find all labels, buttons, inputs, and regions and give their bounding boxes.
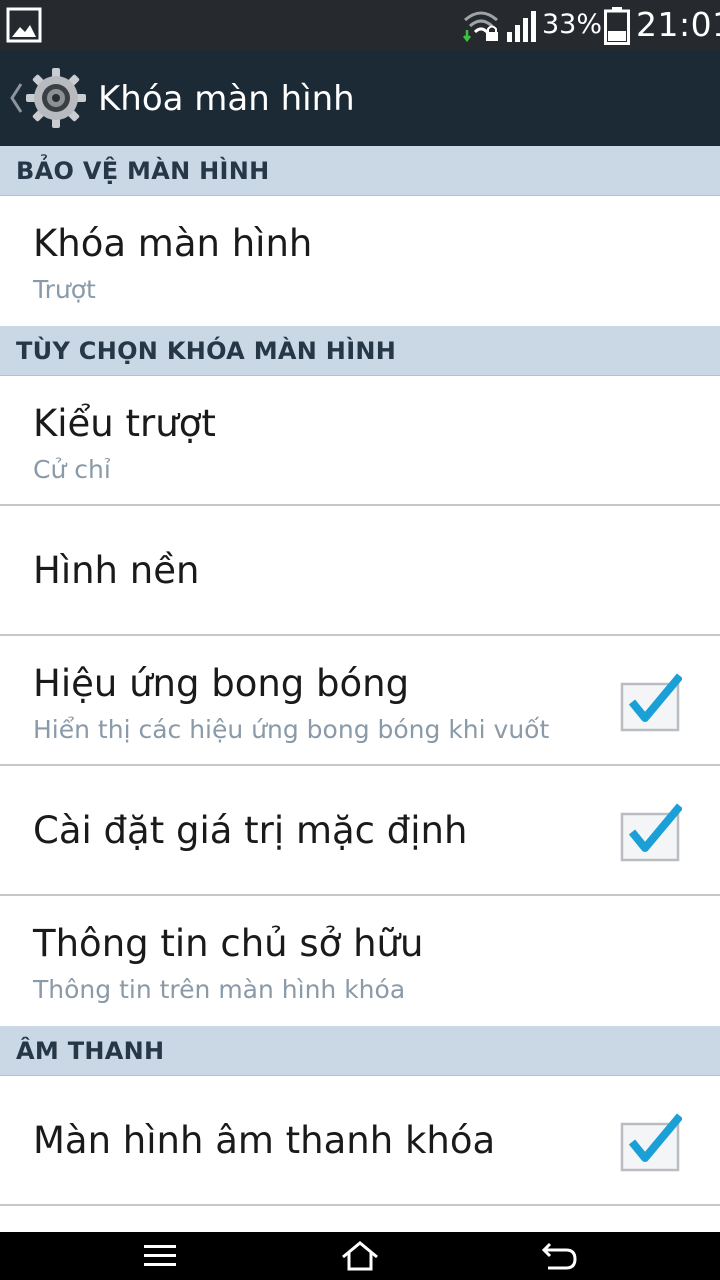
setting-subtitle: Trượt: [33, 275, 96, 304]
clock: 21:01: [636, 5, 720, 44]
setting-title: Kiểu trượt: [33, 402, 216, 445]
bubble-effect-checkbox[interactable]: [618, 670, 682, 734]
chevron-left-icon: [10, 83, 23, 113]
setting-subtitle: Hiển thị các hiệu ứng bong bóng khi vuốt: [33, 715, 550, 744]
setting-subtitle: Thông tin trên màn hình khóa: [33, 975, 406, 1004]
setting-title: Màn hình âm thanh khóa: [33, 1119, 496, 1162]
setting-bubble-effect[interactable]: Hiệu ứng bong bóng Hiển thị các hiệu ứng…: [0, 636, 720, 766]
setting-swipe-effect[interactable]: Kiểu trượt Cử chỉ: [0, 376, 720, 506]
setting-title: Thông tin chủ sở hữu: [33, 922, 424, 965]
settings-gear-icon: [26, 68, 86, 128]
setting-lock-sound[interactable]: Màn hình âm thanh khóa: [0, 1076, 720, 1206]
back-icon[interactable]: [540, 1240, 580, 1272]
page-title: Khóa màn hình: [98, 79, 355, 119]
setting-title: Hình nền: [33, 549, 200, 592]
setting-title: Hiệu ứng bong bóng: [33, 662, 410, 705]
battery-icon: [604, 7, 630, 45]
action-bar: Khóa màn hình: [0, 50, 720, 146]
setting-screen-lock[interactable]: Khóa màn hình Trượt: [0, 196, 720, 326]
lock-sound-checkbox[interactable]: [618, 1110, 682, 1174]
menu-icon[interactable]: [140, 1240, 180, 1272]
setting-owner-info[interactable]: Thông tin chủ sở hữu Thông tin trên màn …: [0, 896, 720, 1026]
setting-title: Cài đặt giá trị mặc định: [33, 809, 468, 852]
up-navigation[interactable]: [0, 50, 92, 146]
setting-default-values[interactable]: Cài đặt giá trị mặc định: [0, 766, 720, 896]
battery-percent: 33%: [542, 9, 603, 40]
section-header-screen-protection: BẢO VỆ MÀN HÌNH: [0, 146, 720, 196]
navigation-bar: [0, 1232, 720, 1280]
settings-list: BẢO VỆ MÀN HÌNH Khóa màn hình Trượt TÙY …: [0, 146, 720, 1206]
default-values-checkbox[interactable]: [618, 800, 682, 864]
setting-title: Khóa màn hình: [33, 222, 313, 265]
section-header-sound: ÂM THANH: [0, 1026, 720, 1076]
wifi-locked-icon: [463, 11, 498, 42]
setting-subtitle: Cử chỉ: [33, 455, 111, 484]
status-bar: 33% 21:01: [0, 0, 720, 50]
section-header-lock-options: TÙY CHỌN KHÓA MÀN HÌNH: [0, 326, 720, 376]
setting-wallpaper[interactable]: Hình nền: [0, 506, 720, 636]
signal-icon: [507, 11, 536, 42]
gallery-icon: [6, 7, 42, 43]
home-icon[interactable]: [340, 1240, 380, 1272]
